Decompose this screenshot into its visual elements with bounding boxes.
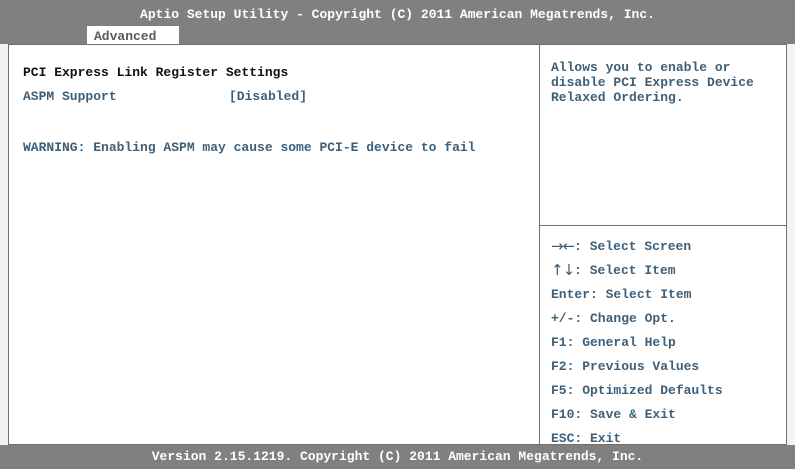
aspm-support-label[interactable]: ASPM Support (23, 89, 117, 104)
bios-setup-screen: Aptio Setup Utility - Copyright (C) 2011… (0, 0, 795, 469)
left-right-arrows-icon: →← (551, 236, 575, 255)
key-label: : Select Item (574, 262, 676, 278)
key-optimized-defaults: F5: Optimized Defaults (551, 382, 723, 398)
title-bar: Aptio Setup Utility - Copyright (C) 2011… (0, 0, 795, 44)
tab-advanced[interactable]: Advanced (87, 26, 179, 44)
item-help-text: Allows you to enable or disable PCI Expr… (551, 60, 754, 105)
key-select-screen: →←: Select Screen (551, 234, 723, 258)
key-enter: Enter: Select Item (551, 286, 692, 302)
key-general-help: F1: General Help (551, 334, 676, 350)
aspm-support-value[interactable]: [Disabled] (229, 89, 307, 104)
utility-title: Aptio Setup Utility - Copyright (C) 2011… (140, 7, 655, 22)
key-previous-values: F2: Previous Values (551, 358, 700, 374)
aspm-warning-text: WARNING: Enabling ASPM may cause some PC… (23, 140, 476, 155)
panel-divider (539, 44, 540, 445)
key-legend: →←: Select Screen ↑↓: Select Item Enter:… (551, 234, 723, 450)
version-footer: Version 2.15.1219. Copyright (C) 2011 Am… (0, 445, 795, 469)
key-change-opt: +/-: Change Opt. (551, 310, 676, 326)
key-save-exit: F10: Save & Exit (551, 406, 676, 422)
section-title: PCI Express Link Register Settings (23, 65, 289, 80)
key-label: : Select Screen (574, 238, 692, 254)
up-down-arrows-icon: ↑↓ (551, 260, 575, 279)
help-divider (539, 225, 787, 226)
key-select-item: ↑↓: Select Item (551, 258, 723, 282)
